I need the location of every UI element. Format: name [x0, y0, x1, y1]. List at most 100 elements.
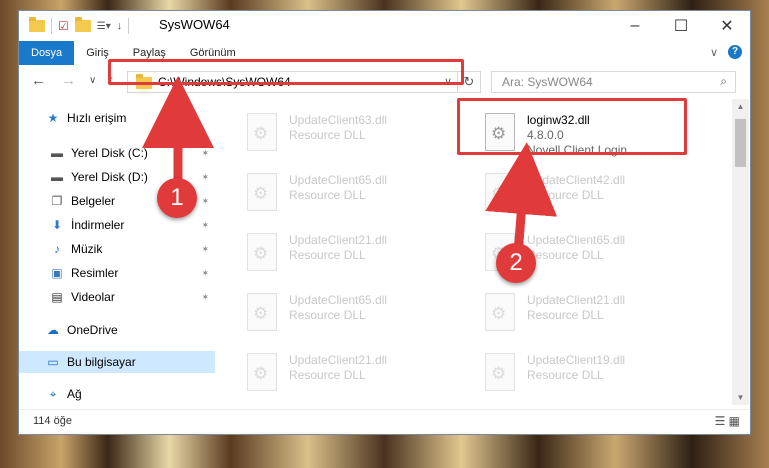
gear-icon: ⚙ — [253, 244, 269, 263]
file-name: UpdateClient19.dll — [527, 353, 626, 367]
file-type: Resource DLL — [527, 188, 604, 202]
pin-icon[interactable]: ✶ — [201, 220, 209, 231]
search-icon[interactable]: ⌕ — [720, 74, 727, 89]
view-toggle-icons[interactable]: ☰ ▦ — [715, 414, 740, 428]
dll-file-icon: ⚙ — [485, 233, 515, 271]
dll-file-icon: ⚙ — [247, 233, 277, 271]
customize-qat-icon[interactable]: ☰▾ — [97, 21, 111, 32]
sidebar-item[interactable]: ♪ Müzik ✶ — [19, 238, 215, 260]
file-name: UpdateClient21.dll — [289, 353, 388, 367]
sidebar-item[interactable]: ▭ Bu bilgisayar — [19, 351, 215, 373]
pictures-icon: ▣ — [51, 266, 63, 280]
tab-paylas[interactable]: Paylaş — [121, 41, 178, 65]
recent-locations-icon[interactable]: ∨ — [89, 75, 96, 86]
address-path[interactable]: C:\Windows\SysWOW64 — [158, 75, 291, 89]
pin-icon[interactable]: ✶ — [201, 268, 209, 279]
window-title: SysWOW64 — [159, 17, 230, 32]
file-item[interactable]: ⚙ UpdateClient63.dll Resource DLL — [241, 113, 471, 159]
vertical-scrollbar[interactable]: ▲ ▼ — [732, 99, 749, 405]
gear-icon: ⚙ — [491, 244, 507, 263]
search-box[interactable]: Ara: SysWOW64 ⌕ — [491, 71, 736, 93]
gear-icon: ⚙ — [253, 364, 269, 383]
file-item[interactable]: ⚙ UpdateClient65.dll Resource DLL — [241, 293, 471, 339]
sidebar-item-label: Müzik — [71, 242, 103, 256]
ribbon-expand-icon[interactable]: ∨ — [710, 46, 718, 59]
sidebar-item-label: Bu bilgisayar — [67, 355, 136, 369]
dll-file-icon: ⚙ — [247, 113, 277, 151]
sidebar-item[interactable]: ⌖ Ağ — [19, 383, 215, 405]
close-button[interactable]: ✕ — [704, 11, 750, 41]
properties-icon[interactable]: ☑ — [58, 19, 69, 33]
minimize-button[interactable]: – — [612, 11, 658, 41]
tab-dosya[interactable]: Dosya — [19, 41, 75, 65]
network-icon: ⌖ — [49, 386, 57, 401]
file-type: Resource DLL — [289, 128, 366, 142]
gear-icon: ⚙ — [253, 304, 269, 323]
pin-icon[interactable]: ✶ — [201, 292, 209, 303]
maximize-button[interactable]: ☐ — [658, 11, 704, 41]
sidebar-item[interactable]: ▬ Yerel Disk (D:) ✶ — [19, 166, 215, 188]
up-icon[interactable]: ↑ — [107, 72, 115, 89]
music-icon: ♪ — [54, 242, 60, 256]
file-type: Resource DLL — [527, 308, 604, 322]
file-item[interactable]: ⚙ UpdateClient42.dll Resource DLL — [479, 173, 709, 219]
sidebar-item[interactable]: ☁ OneDrive — [19, 319, 215, 341]
gear-icon: ⚙ — [253, 184, 269, 203]
back-icon[interactable]: ← — [31, 72, 46, 89]
new-folder-icon[interactable] — [74, 17, 91, 32]
quick-access-toolbar: ☑ ☰▾ ↓ — [29, 17, 130, 34]
scroll-up-icon[interactable]: ▲ — [732, 102, 749, 111]
sidebar-item[interactable]: ❐ Belgeler ✶ — [19, 190, 215, 212]
tab-gorunum[interactable]: Görünüm — [178, 41, 248, 65]
sidebar-item-label: Resimler — [71, 266, 119, 280]
gear-icon: ⚙ — [491, 184, 507, 203]
file-type: Resource DLL — [527, 248, 604, 262]
sidebar-item[interactable]: ⬇ İndirmeler ✶ — [19, 214, 215, 236]
refresh-icon[interactable]: ↻ — [457, 72, 480, 92]
search-input[interactable]: Ara: SysWOW64 — [502, 75, 593, 89]
sidebar-item[interactable]: ▬ Yerel Disk (C:) ✶ — [19, 142, 215, 164]
cloud-icon: ☁ — [47, 323, 59, 337]
file-item[interactable]: ⚙ UpdateClient19.dll Resource DLL — [479, 353, 709, 399]
file-type: Novell Client Login... — [527, 143, 638, 157]
sidebar-item[interactable]: ▣ Resimler ✶ — [19, 262, 215, 284]
pin-icon[interactable]: ✶ — [201, 172, 209, 183]
sidebar-item-label: Ağ — [67, 387, 82, 401]
forward-icon[interactable]: → — [61, 72, 76, 89]
file-item[interactable]: ⚙ UpdateClient65.dll Resource DLL — [479, 233, 709, 279]
dll-file-icon: ⚙ — [247, 173, 277, 211]
qat-dropdown-icon[interactable]: ↓ — [117, 20, 123, 32]
file-type: Resource DLL — [289, 188, 366, 202]
dll-file-icon: ⚙ — [247, 353, 277, 391]
dll-file-icon: ⚙ — [485, 353, 515, 391]
file-name: loginw32.dll — [527, 113, 590, 127]
tab-giris[interactable]: Giriş — [74, 41, 121, 65]
help-icon[interactable]: ? — [728, 45, 742, 59]
pin-icon[interactable]: ✶ — [201, 244, 209, 255]
scrollbar-thumb[interactable] — [735, 119, 746, 167]
pin-icon[interactable]: ✶ — [201, 196, 209, 207]
dll-file-icon: ⚙ — [485, 173, 515, 211]
folder-icon — [29, 17, 45, 32]
sidebar-item[interactable]: ▤ Videolar ✶ — [19, 286, 215, 308]
title-bar: ☑ ☰▾ ↓ SysWOW64 – ☐ ✕ — [19, 11, 750, 41]
star-icon: ★ — [47, 111, 59, 125]
navigation-pane: ★ Hızlı erişim ▬ Yerel Disk (C:) ✶ ▬ Yerel Dis… — [19, 99, 215, 405]
drive-icon: ▬ — [51, 170, 63, 184]
sidebar-item-label: Belgeler — [71, 194, 116, 208]
file-item[interactable]: ⚙ UpdateClient65.dll Resource DLL — [241, 173, 471, 219]
dll-file-icon: ⚙ — [247, 293, 277, 331]
sidebar-item-label: Hızlı erişim — [67, 111, 127, 125]
pin-icon[interactable]: ✶ — [201, 148, 209, 159]
address-dropdown-icon[interactable]: ∨ — [444, 75, 452, 88]
document-icon: ❐ — [51, 194, 63, 208]
file-item[interactable]: ⚙ UpdateClient21.dll Resource DLL — [479, 293, 709, 339]
sidebar-item[interactable]: ★ Hızlı erişim — [19, 107, 215, 129]
file-item[interactable]: ⚙ UpdateClient21.dll Resource DLL — [241, 233, 471, 279]
scroll-down-icon[interactable]: ▼ — [732, 393, 749, 402]
file-item[interactable]: ⚙ loginw32.dll 4.8.0.0 Novell Client Login.… — [479, 113, 709, 159]
file-item[interactable]: ⚙ UpdateClient21.dll Resource DLL — [241, 353, 471, 399]
sidebar-item-label: İndirmeler — [71, 218, 125, 232]
folder-icon — [136, 74, 152, 89]
address-bar[interactable]: C:\Windows\SysWOW64 ∨ ↻ — [127, 71, 481, 93]
